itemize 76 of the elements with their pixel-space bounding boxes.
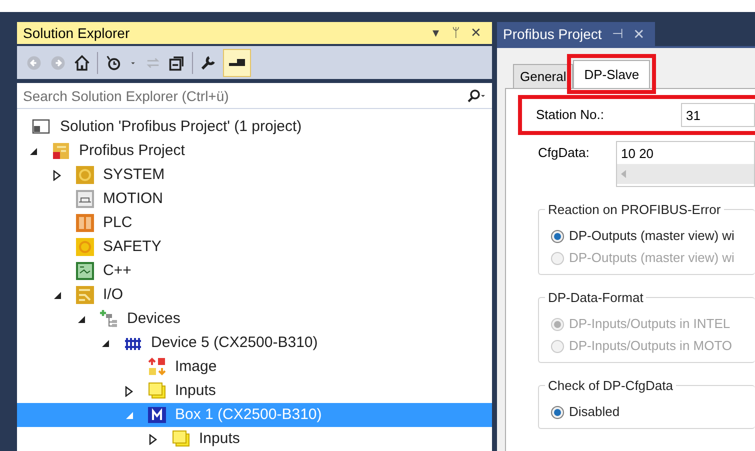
pin-button[interactable]: ᛘ: [446, 23, 466, 43]
panel-title: Solution Explorer: [23, 24, 131, 43]
expanded-arrow-icon[interactable]: [53, 290, 62, 300]
io-icon: [75, 285, 95, 305]
tree-item[interactable]: C++: [17, 259, 492, 283]
radio-label: DP-Inputs/Outputs in INTEL: [569, 315, 730, 334]
windows-icon[interactable]: [168, 54, 186, 72]
tree-item-label: SYSTEM: [103, 164, 165, 185]
field-value: 10 20: [620, 145, 655, 163]
tree-item[interactable]: Inputs: [17, 427, 492, 451]
tree-item-label: Inputs: [175, 380, 216, 401]
document-tab[interactable]: Profibus Project ⊣ ✕: [497, 22, 655, 46]
tree-item-label: Box 1 (CX2500-B310): [175, 404, 322, 425]
tree-item-label: Image: [175, 356, 217, 377]
expanded-arrow-icon[interactable]: [77, 314, 86, 324]
tree-item[interactable]: Solution 'Profibus Project' (1 project): [17, 115, 492, 139]
radio-label: DP-Outputs (master view) wi: [569, 227, 734, 246]
tree-item[interactable]: SAFETY: [17, 235, 492, 259]
pin-button[interactable]: ⊣: [612, 24, 623, 44]
document-tab-title: Profibus Project: [503, 24, 602, 44]
tree-item[interactable]: MOTION: [17, 187, 492, 211]
close-button[interactable]: ✕: [466, 23, 486, 43]
collapsed-arrow-icon[interactable]: [125, 386, 133, 396]
folder-icon: [171, 429, 191, 449]
station-number-field[interactable]: 31: [681, 103, 755, 127]
tree-item-label: Solution 'Profibus Project' (1 project): [60, 116, 302, 137]
project-icon: [51, 141, 71, 161]
tree-item-label: Profibus Project: [79, 140, 185, 161]
tree-item-label: Inputs: [199, 428, 240, 449]
search-icon[interactable]: [466, 89, 486, 103]
code-icon: [75, 261, 95, 281]
radio-label: DP-Outputs (master view) wi: [569, 249, 734, 268]
search-field[interactable]: Search Solution Explorer (Ctrl+ü): [17, 83, 492, 109]
tree-item-label: SAFETY: [103, 236, 162, 257]
collapsed-arrow-icon[interactable]: [53, 170, 61, 180]
tree-item[interactable]: Device 5 (CX2500-B310): [17, 331, 492, 355]
radio-button[interactable]: [551, 406, 564, 418]
plc-icon: [75, 213, 95, 233]
radio-label: DP-Inputs/Outputs in MOTO: [569, 337, 732, 356]
radio-button[interactable]: [551, 230, 564, 242]
tree-item[interactable]: Inputs: [17, 379, 492, 403]
tree-item-label: Device 5 (CX2500-B310): [151, 332, 318, 353]
preview-icon[interactable]: [228, 58, 246, 68]
wrench-icon[interactable]: [199, 54, 217, 72]
motion-icon: [75, 189, 95, 209]
module-icon: [147, 405, 167, 425]
dropdown-button[interactable]: ▾: [426, 23, 446, 43]
history-icon[interactable]: [104, 54, 122, 72]
tree-item-label: I/O: [103, 284, 124, 305]
field-label: Station No.:: [536, 106, 605, 124]
device-tree-icon: [99, 309, 119, 329]
field-label: CfgData:: [538, 144, 590, 162]
expanded-arrow-icon[interactable]: [101, 338, 110, 348]
tree-item[interactable]: PLC: [17, 211, 492, 235]
close-button[interactable]: ✕: [632, 24, 645, 44]
cfg-data-field[interactable]: 10 20: [616, 141, 755, 187]
tree-item-label: MOTION: [103, 188, 163, 209]
expanded-arrow-icon[interactable]: [29, 146, 38, 156]
collapsed-arrow-icon[interactable]: [149, 434, 157, 444]
gear-icon: [75, 165, 95, 185]
horizontal-scrollbar[interactable]: [617, 164, 754, 184]
tree-item-label: PLC: [103, 212, 132, 233]
tree-item[interactable]: Devices: [17, 307, 492, 331]
tree-item[interactable]: Image: [17, 355, 492, 379]
tree-item[interactable]: Profibus Project: [17, 139, 492, 163]
home-icon[interactable]: [73, 54, 91, 72]
folder-icon: [147, 381, 167, 401]
tab[interactable]: General: [513, 64, 574, 88]
tree-item[interactable]: I/O: [17, 283, 492, 307]
tree-item[interactable]: SYSTEM: [17, 163, 492, 187]
image-icon: [147, 357, 167, 377]
tree-item-label: C++: [103, 260, 132, 281]
tree-item-label: Devices: [127, 308, 180, 329]
preview-toggle-button[interactable]: [223, 48, 251, 76]
radio-label: Disabled: [569, 403, 620, 422]
safety-icon: [75, 237, 95, 257]
